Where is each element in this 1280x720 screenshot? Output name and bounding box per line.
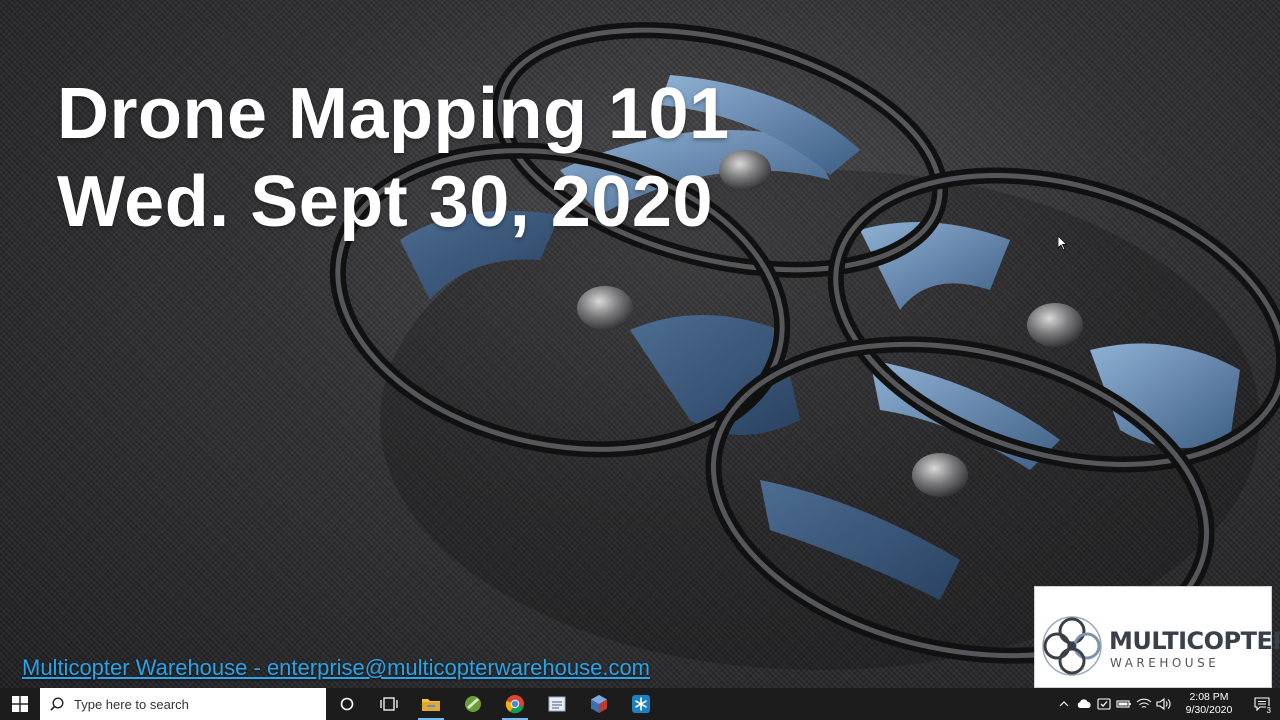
chrome-icon xyxy=(505,695,524,714)
system-tray: 2:08 PM 9/30/2020 3 xyxy=(1054,688,1280,720)
search-icon xyxy=(50,697,64,711)
cortana-button[interactable] xyxy=(326,688,368,720)
chevron-up-icon xyxy=(1059,701,1069,707)
taskbar-app-chrome[interactable] xyxy=(494,688,536,720)
clock-time: 2:08 PM xyxy=(1189,691,1229,703)
wifi-icon xyxy=(1136,698,1152,708)
windows-logo-icon xyxy=(12,696,28,712)
contact-email-link[interactable]: Multicopter Warehouse - enterprise@multi… xyxy=(22,655,650,681)
windows-taskbar: 2:08 PM 9/30/2020 3 xyxy=(0,688,1280,720)
presentation-slide: Drone Mapping 101 Wed. Sept 30, 2020 Mul… xyxy=(0,0,1280,688)
onedrive-tray-button[interactable] xyxy=(1074,688,1094,720)
title-line-course: Drone Mapping 101 xyxy=(57,74,730,154)
action-center-button[interactable]: 3 xyxy=(1244,688,1280,720)
logo-subtitle: WAREHOUSE xyxy=(1110,656,1220,670)
mouse-pointer-icon xyxy=(1058,236,1068,251)
logo-wordmark: MULTICOPTER xyxy=(1109,627,1280,655)
taskbar-clock[interactable]: 2:08 PM 9/30/2020 xyxy=(1174,691,1244,717)
taskbar-app-cube[interactable] xyxy=(578,688,620,720)
search-input[interactable] xyxy=(74,696,304,712)
security-tray-button[interactable] xyxy=(1094,688,1114,720)
taskbar-app-snowflake[interactable] xyxy=(620,688,662,720)
snowflake-app-icon xyxy=(632,695,650,713)
show-hidden-icons-button[interactable] xyxy=(1054,688,1074,720)
speaker-icon xyxy=(1156,698,1171,710)
multicopter-emblem-icon xyxy=(1042,616,1102,676)
cloud-icon xyxy=(1077,699,1091,708)
battery-icon xyxy=(1116,700,1131,708)
taskbar-search[interactable] xyxy=(40,688,326,720)
company-logo: MULTICOPTER WAREHOUSE xyxy=(1034,586,1280,688)
green-app-icon xyxy=(465,696,481,712)
volume-tray-button[interactable] xyxy=(1154,688,1174,720)
notification-count-badge: 3 xyxy=(1265,706,1272,715)
taskbar-app-green[interactable] xyxy=(452,688,494,720)
folder-icon xyxy=(422,699,440,711)
title-line-date: Wed. Sept 30, 2020 xyxy=(57,162,713,242)
cube-app-icon xyxy=(591,695,607,713)
task-view-button[interactable] xyxy=(368,688,410,720)
start-button[interactable] xyxy=(0,688,40,720)
clock-date: 9/30/2020 xyxy=(1185,704,1233,716)
task-view-icon xyxy=(380,697,398,711)
shield-check-icon xyxy=(1097,698,1111,710)
slide-title: Drone Mapping 101 Wed. Sept 30, 2020 xyxy=(57,70,730,246)
taskbar-app-file-explorer[interactable] xyxy=(410,688,452,720)
taskbar-app-notepad[interactable] xyxy=(536,688,578,720)
battery-tray-button[interactable] xyxy=(1114,688,1134,720)
notepad-icon xyxy=(548,696,566,712)
cortana-circle-icon xyxy=(340,697,354,711)
network-tray-button[interactable] xyxy=(1134,688,1154,720)
